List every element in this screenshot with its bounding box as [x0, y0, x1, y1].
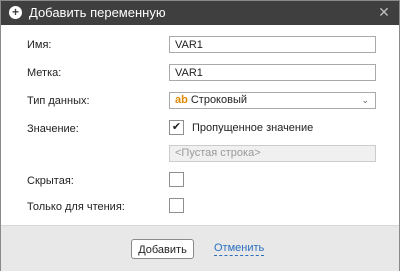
missing-value-label: Пропущенное значение [192, 122, 314, 134]
dialog-titlebar: + Добавить переменную ✕ [1, 1, 399, 25]
caption-input[interactable] [169, 64, 376, 81]
string-type-icon: ab [175, 94, 188, 106]
cancel-link[interactable]: Отменить [214, 242, 265, 256]
readonly-checkbox[interactable] [169, 198, 184, 213]
data-type-value: Строковый [190, 94, 248, 106]
close-icon[interactable]: ✕ [377, 5, 391, 19]
data-type-label: Тип данных: [27, 95, 90, 107]
check-icon: ✔ [171, 121, 182, 133]
empty-string-field: <Пустая строка> [169, 145, 376, 162]
plus-circle-icon: + [9, 6, 22, 19]
dialog-footer: Добавить Отменить [1, 225, 399, 271]
chevron-down-icon: ⌄ [361, 95, 369, 105]
add-button[interactable]: Добавить [131, 239, 194, 259]
name-input[interactable] [169, 36, 376, 53]
missing-value-checkbox[interactable]: ✔ [169, 120, 184, 135]
caption-label: Метка: [27, 67, 62, 79]
value-label: Значение: [27, 123, 79, 135]
data-type-select[interactable]: ab Строковый ⌄ [169, 92, 376, 109]
name-label: Имя: [27, 39, 52, 51]
hidden-label: Скрытая: [27, 175, 74, 187]
add-variable-dialog: + Добавить переменную ✕ Имя: Метка: Тип … [0, 0, 400, 271]
dialog-title: Добавить переменную [29, 5, 166, 20]
readonly-label: Только для чтения: [27, 201, 125, 213]
hidden-checkbox[interactable] [169, 172, 184, 187]
